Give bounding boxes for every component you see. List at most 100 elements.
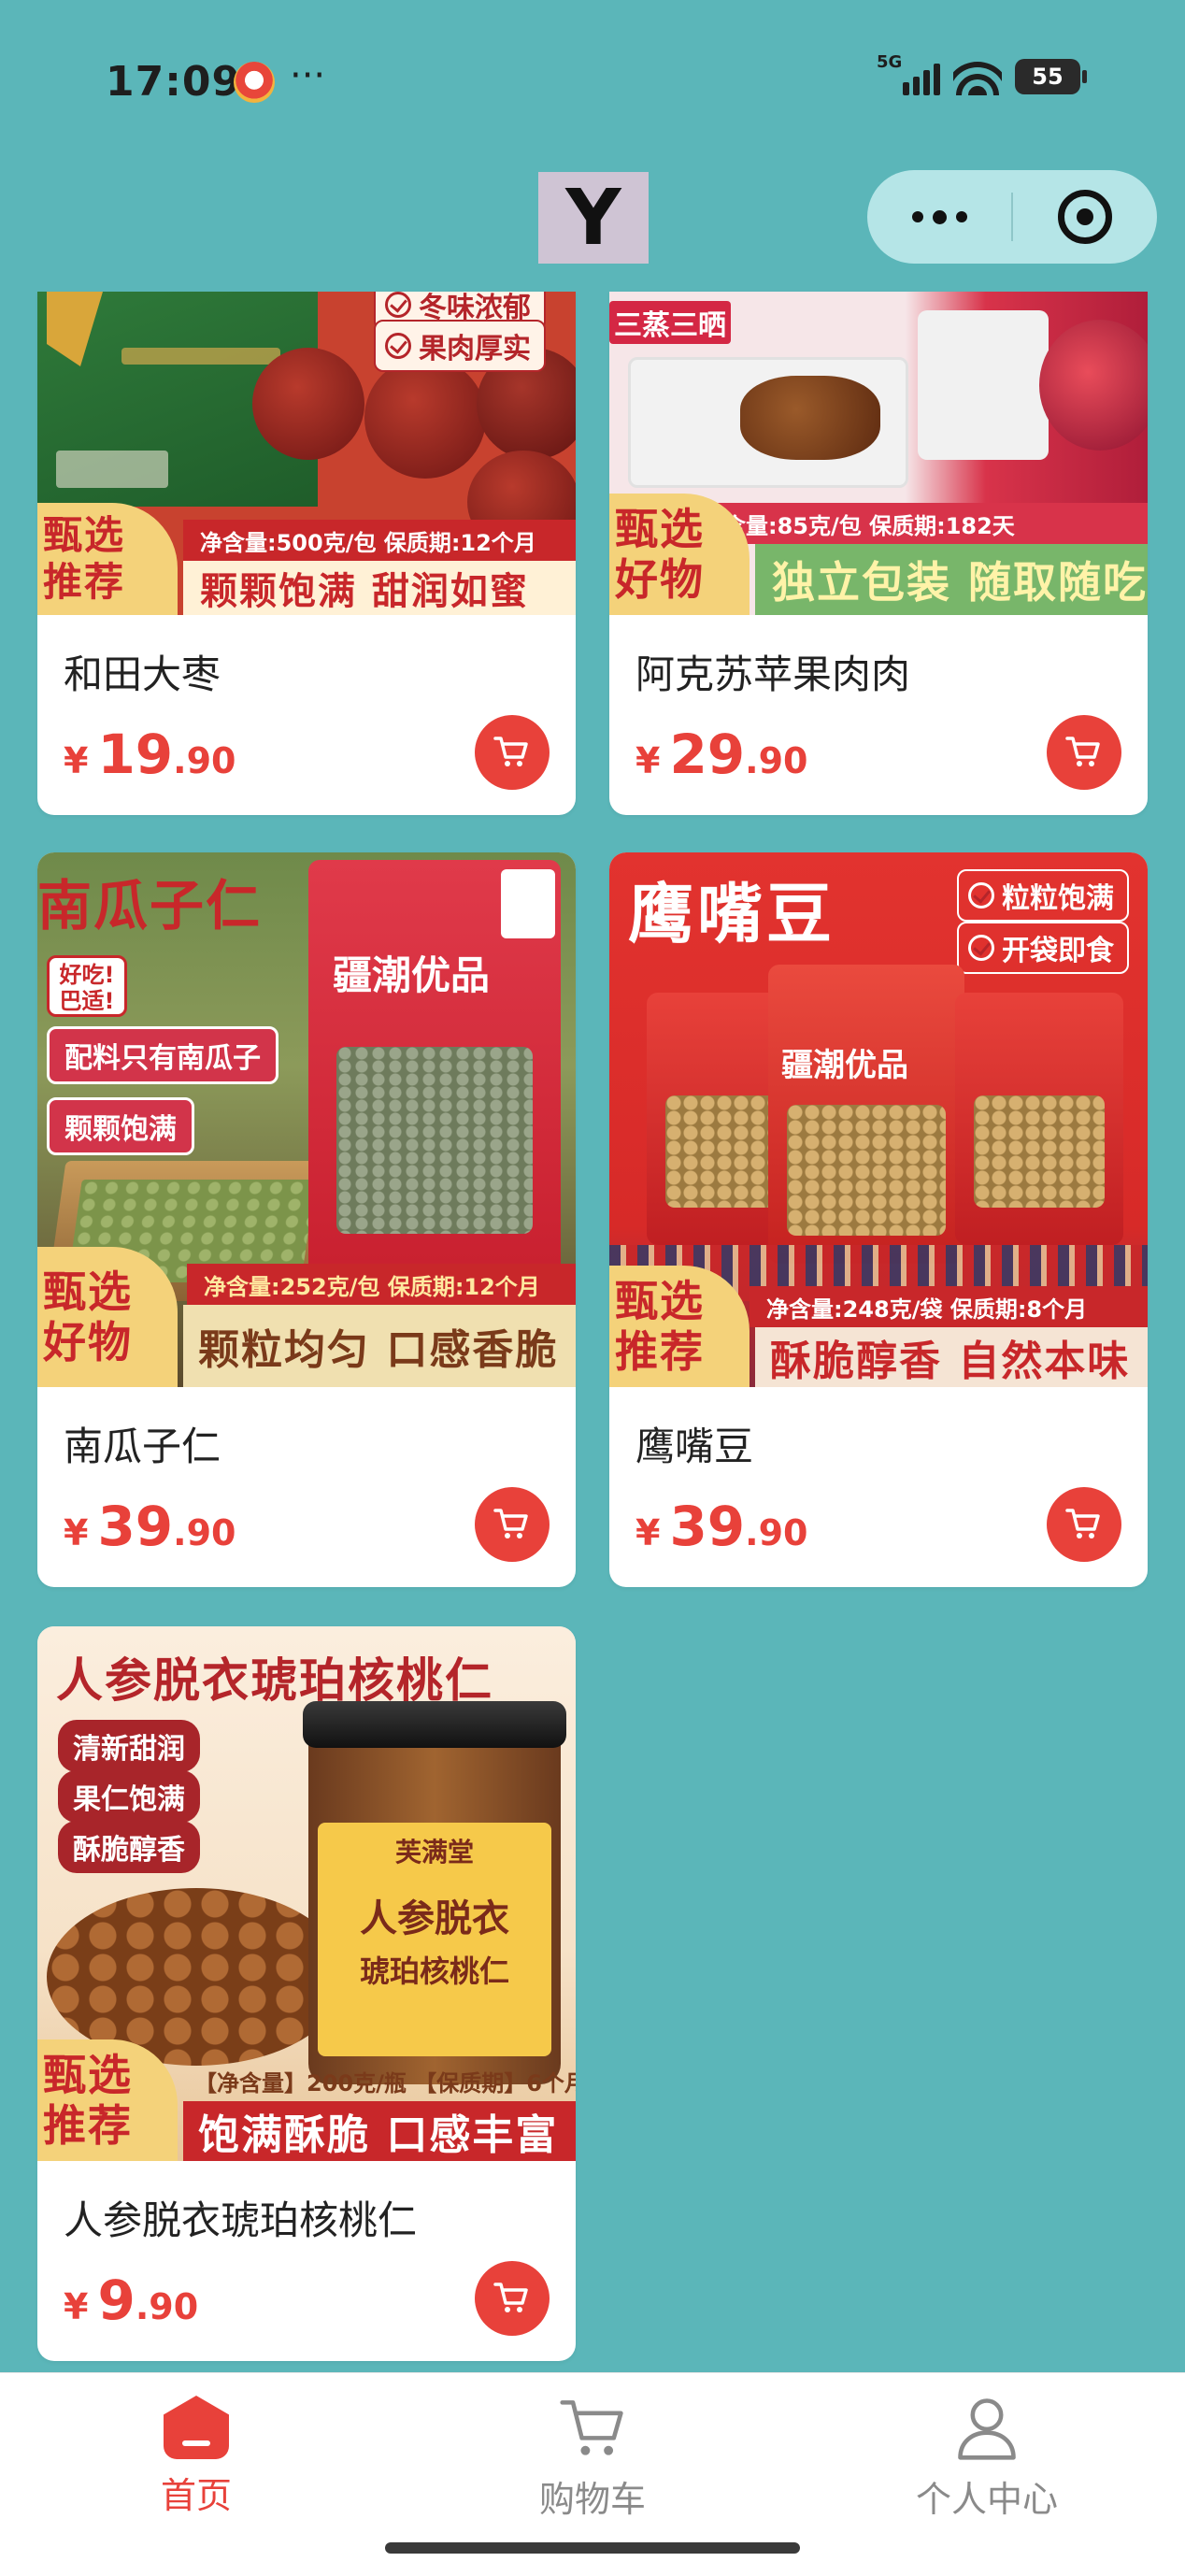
tab-cart[interactable]: 购物车 (499, 2392, 686, 2522)
close-miniprogram-button[interactable] (1013, 190, 1157, 244)
slogan: 饱满酥脆 口感丰富 (183, 2101, 576, 2161)
user-icon (958, 2398, 1016, 2460)
feature-pill: 粒粒饱满 (957, 869, 1129, 922)
tab-label: 购物车 (538, 2479, 646, 2520)
feature-pill: 配料只有南瓜子 (47, 1026, 278, 1084)
jujube-fruit (364, 357, 486, 479)
product-image: 鹰嘴豆 粒粒饱满 开袋即食 疆潮优品 净含量:248克/袋 保质期:8个月 酥脆… (609, 852, 1148, 1387)
slogan: 颗粒均匀 口感香脆 (183, 1305, 576, 1387)
product-card[interactable]: 人参脱衣琥珀核桃仁 清新甜润 果仁饱满 酥脆醇香 芙满堂 人参脱衣 琥珀核桃仁 … (37, 1626, 576, 2361)
product-name: 南瓜子仁 (64, 1424, 221, 1469)
product-price: ¥39.90 (635, 1495, 808, 1558)
bag-brand: 疆潮优品 (333, 952, 491, 998)
tag-badge: 甄选 好物 (609, 494, 750, 615)
product-info: 阿克苏苹果肉肉 ¥29.90 (609, 643, 1148, 794)
jar-lid (303, 1701, 566, 1748)
product-info: 南瓜子仁 ¥39.90 (37, 1415, 576, 1566)
spec-line: 净含量:252克/包 保质期:12个月 (187, 1264, 576, 1305)
jar-subtitle: 琥珀核桃仁 (359, 1953, 509, 1989)
product-bag: 疆潮优品 (308, 860, 561, 1281)
app-notification-icon (234, 62, 275, 103)
tab-label: 首页 (160, 2475, 232, 2516)
product-info: 鹰嘴豆 ¥39.90 (609, 1415, 1148, 1566)
more-options-button[interactable] (867, 170, 1011, 264)
product-price: ¥9.90 (64, 2268, 199, 2332)
add-to-cart-button[interactable] (1047, 715, 1121, 790)
apple-bag (918, 310, 1049, 460)
feature-pill: 清新甜润 (58, 1720, 200, 1772)
tab-home[interactable]: 首页 (103, 2392, 290, 2518)
feature-pill: 果肉厚实 (374, 320, 546, 372)
product-price: ¥29.90 (635, 723, 808, 786)
add-to-cart-button[interactable] (475, 715, 550, 790)
home-icon (164, 2396, 229, 2459)
product-price: ¥19.90 (64, 723, 236, 786)
cart-icon (493, 1509, 528, 1538)
status-time: 17:09 (106, 58, 242, 106)
product-image: 冬味浓郁 果肉厚实 净含量:500克/包 保质期:12个月 颗颗饱满 甜润如蜜 … (37, 292, 576, 615)
product-card[interactable]: 鹰嘴豆 粒粒饱满 开袋即食 疆潮优品 净含量:248克/袋 保质期:8个月 酥脆… (609, 852, 1148, 1587)
cart-icon (493, 2283, 528, 2312)
slogan: 酥脆醇香 自然本味 (755, 1327, 1148, 1387)
apple-fruit (1039, 320, 1148, 451)
product-image: 三蒸三晒 净含量:85克/包 保质期:182天 独立包装 随取随吃 甄选 好物 (609, 292, 1148, 615)
dried-apple-pieces (740, 376, 880, 460)
battery-level: 55 (1032, 64, 1064, 90)
spec-line: 净含量:500克/包 保质期:12个月 (183, 520, 576, 561)
slogan: 颗颗饱满 甜润如蜜 (183, 561, 576, 615)
cart-icon (1065, 1509, 1100, 1538)
product-name: 和田大枣 (64, 651, 221, 697)
product-card[interactable]: 冬味浓郁 果肉厚实 净含量:500克/包 保质期:12个月 颗颗饱满 甜润如蜜 … (37, 292, 576, 815)
more-dot-icon (911, 211, 923, 222)
add-to-cart-button[interactable] (475, 2261, 550, 2336)
feature-pill: 果仁饱满 (58, 1770, 200, 1823)
app-logo-text: Y (565, 173, 621, 263)
bag-brand: 疆潮优品 (781, 1047, 908, 1084)
image-headline: 鹰嘴豆 (628, 875, 835, 952)
spec-line: 净含量:248克/袋 保质期:8个月 (750, 1286, 1148, 1327)
product-card[interactable]: 三蒸三晒 净含量:85克/包 保质期:182天 独立包装 随取随吃 甄选 好物 阿… (609, 292, 1148, 815)
speech-bubble: 好吃!巴适! (47, 955, 127, 1017)
add-to-cart-button[interactable] (1047, 1487, 1121, 1562)
tag-badge: 甄选 推荐 (37, 503, 178, 615)
process-badge: 三蒸三晒 (609, 301, 731, 344)
network-type: 5G (877, 52, 903, 72)
product-info: 和田大枣 ¥19.90 (37, 643, 576, 794)
product-bag (955, 993, 1123, 1245)
cart-icon (493, 737, 528, 766)
product-name: 阿克苏苹果肉肉 (635, 651, 911, 697)
jar-brand: 芙满堂 (394, 1837, 474, 1868)
product-bag: 疆潮优品 (768, 965, 964, 1264)
tag-badge: 甄选 好物 (37, 1247, 178, 1387)
status-bar: 17:09 ··· 5G 55 (0, 0, 1185, 159)
product-name: 鹰嘴豆 (635, 1424, 754, 1469)
tab-profile[interactable]: 个人中心 (893, 2392, 1080, 2522)
home-indicator[interactable] (385, 2542, 800, 2554)
wifi-icon (953, 58, 1002, 95)
jar-label: 芙满堂 人参脱衣 琥珀核桃仁 (318, 1823, 551, 2056)
tag-badge: 甄选 推荐 (37, 2039, 178, 2161)
bag-window (336, 1047, 533, 1234)
cellular-signal-icon: 5G (877, 52, 940, 95)
more-notifications-icon: ··· (290, 54, 326, 97)
cart-icon (1065, 737, 1100, 766)
jujube-fruit (252, 348, 364, 460)
app-logo: Y (538, 172, 649, 264)
product-grid: 冬味浓郁 果肉厚实 净含量:500克/包 保质期:12个月 颗颗饱满 甜润如蜜 … (0, 0, 1185, 2576)
feature-pill: 酥脆醇香 (58, 1821, 200, 1873)
price-row: ¥29.90 (635, 715, 1121, 794)
more-dot-icon (955, 211, 967, 222)
feature-pill: 颗颗饱满 (47, 1097, 194, 1155)
battery-icon: 55 (1015, 59, 1087, 94)
price-row: ¥39.90 (635, 1487, 1121, 1566)
product-image: 南瓜子仁 好吃!巴适! 配料只有南瓜子 颗颗饱满 疆潮优品 净含量:252克/包… (37, 852, 576, 1387)
miniprogram-capsule (867, 170, 1157, 264)
status-indicators: 5G 55 (877, 52, 1087, 95)
price-row: ¥39.90 (64, 1487, 550, 1566)
add-to-cart-button[interactable] (475, 1487, 550, 1562)
tab-label: 个人中心 (915, 2479, 1058, 2520)
jar-title: 人参脱衣 (360, 1896, 509, 1940)
price-row: ¥9.90 (64, 2261, 550, 2340)
product-card[interactable]: 南瓜子仁 好吃!巴适! 配料只有南瓜子 颗颗饱满 疆潮优品 净含量:252克/包… (37, 852, 576, 1587)
product-price: ¥39.90 (64, 1495, 236, 1558)
